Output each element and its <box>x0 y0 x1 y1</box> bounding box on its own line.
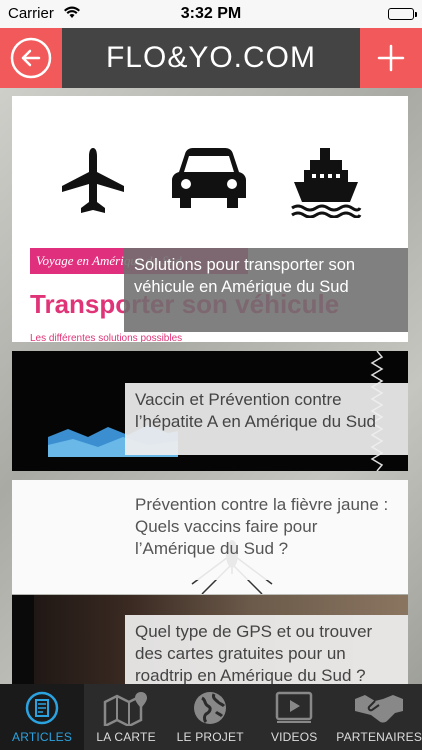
handshake-icon <box>355 695 404 723</box>
tab-label: ARTICLES <box>11 730 73 744</box>
airplane-icon <box>61 148 124 213</box>
tab-label: PARTENAIRES <box>336 730 422 744</box>
tab-bar: ARTICLES LA CARTE LE PROJET VIDEOS PARTE… <box>0 684 422 750</box>
tab-partenaires[interactable]: PARTENAIRES <box>336 684 422 750</box>
tab-articles[interactable]: ARTICLES <box>0 684 85 750</box>
status-time: 3:32 PM <box>180 5 242 22</box>
video-icon <box>275 691 313 723</box>
article-title: Solutions pour transporter son véhicule … <box>124 248 408 332</box>
articles-list[interactable]: Voyage en Amérique du Sud Transporter so… <box>0 88 422 684</box>
tab-label: LA CARTE <box>96 730 156 744</box>
tab-la-carte[interactable]: LA CARTE <box>84 684 168 750</box>
article-title: Vaccin et Prévention contre l’hépatite A… <box>125 383 408 455</box>
ship-icon <box>291 148 362 218</box>
add-button[interactable] <box>360 28 422 88</box>
tab-label: LE PROJET <box>176 730 244 744</box>
article-card[interactable]: Vaccin et Prévention contre l’hépatite A… <box>12 351 408 471</box>
article-card[interactable]: Prévention contre la fièvre jaune : Quel… <box>12 480 408 594</box>
tab-label: VIDEOS <box>270 730 318 744</box>
map-icon <box>103 692 148 726</box>
tab-videos[interactable]: VIDEOS <box>252 684 336 750</box>
battery-icon <box>388 8 417 20</box>
app-title: FLO&YO.COM <box>105 41 317 74</box>
status-bar: Carrier 3:32 PM <box>0 0 422 28</box>
back-button[interactable] <box>0 28 62 88</box>
app-header: FLO&YO.COM <box>0 28 422 88</box>
plus-icon <box>377 44 405 72</box>
article-card[interactable]: Quel type de GPS et ou trouver des carte… <box>12 595 408 684</box>
transport-icons <box>12 146 408 218</box>
article-title: Quel type de GPS et ou trouver des carte… <box>125 615 408 684</box>
back-arrow-icon <box>10 37 52 79</box>
article-title: Prévention contre la fièvre jaune : Quel… <box>125 488 408 580</box>
article-image-subline: Les différentes solutions possibles <box>30 333 183 342</box>
film-strip-graphic <box>12 595 34 684</box>
car-icon <box>171 148 246 208</box>
articles-icon <box>25 691 59 725</box>
article-card[interactable]: Voyage en Amérique du Sud Transporter so… <box>12 96 408 342</box>
globe-icon <box>194 692 227 724</box>
tab-le-projet[interactable]: LE PROJET <box>168 684 252 750</box>
